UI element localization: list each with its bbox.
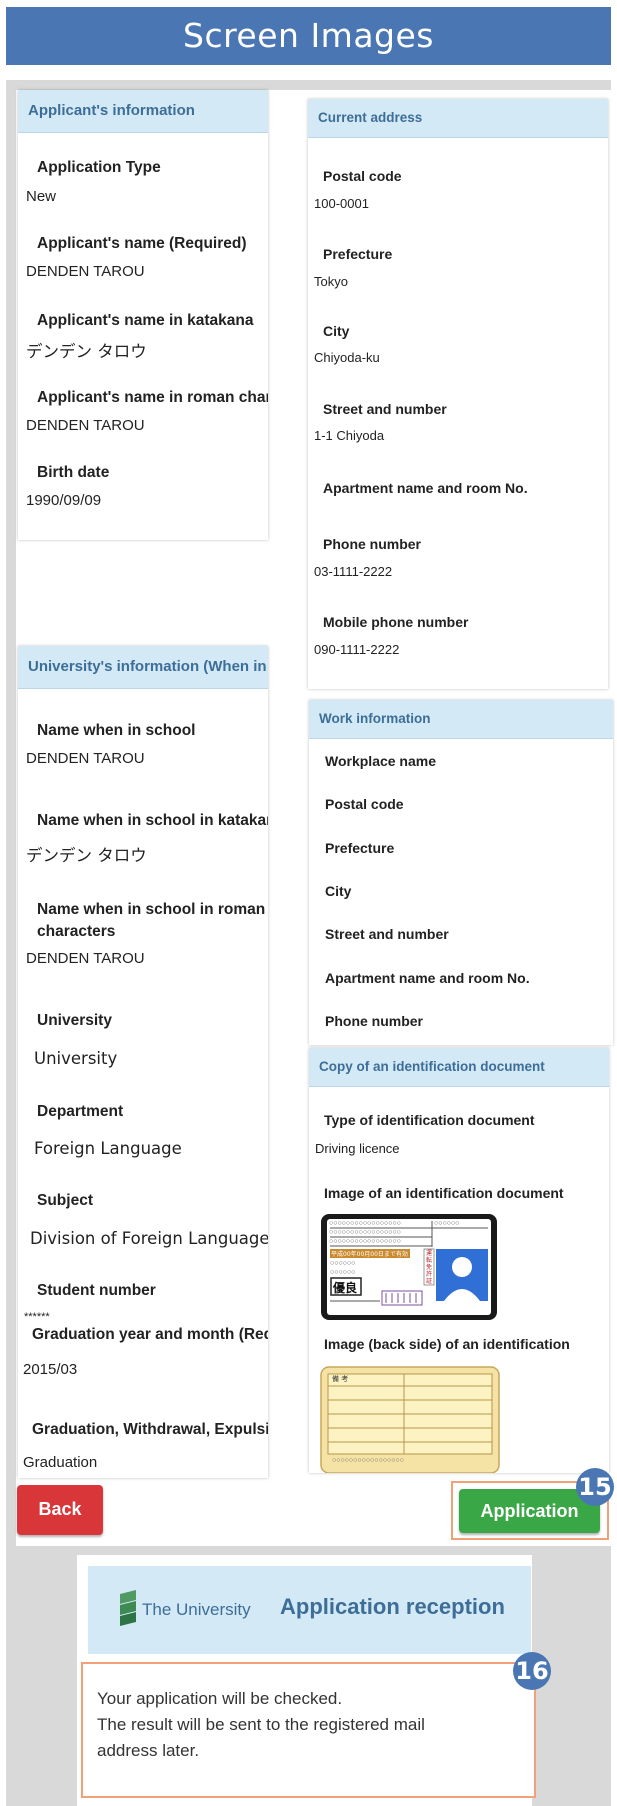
school-name-label: Name when in school — [37, 722, 196, 739]
applicant-name-label: Applicant's name (Required) — [37, 235, 247, 252]
page-title: Screen Images — [6, 7, 611, 65]
applicant-name-value: DENDEN TAROU — [26, 263, 145, 280]
university-logo-icon — [120, 1590, 136, 1626]
graduation-status-label: Graduation, Withdrawal, Expulsior — [32, 1421, 268, 1438]
applicant-katakana-value: デンデン タロウ — [26, 342, 147, 361]
applicant-roman-value: DENDEN TAROU — [26, 417, 145, 434]
address-mobile-value: 090-1111-2222 — [314, 642, 400, 657]
licence-front-row-6: ○○○○○○ — [330, 1269, 356, 1276]
applicant-roman-label: Applicant's name in roman charac — [37, 389, 268, 406]
school-roman-label: Name when in school in roman — [37, 901, 266, 918]
id-image-label: Image of an identification document — [324, 1185, 564, 1201]
licence-front-row-4: ○○○○○○ — [434, 1220, 460, 1227]
id-back-image: 備 考 ○○○○○○○○○○○○○○○○○ — [320, 1366, 500, 1473]
address-prefecture-value: Tokyo — [314, 274, 348, 289]
school-name-value: DENDEN TAROU — [26, 750, 145, 767]
reception-message-line-2: The result will be sent to the registere… — [97, 1715, 425, 1734]
applicant-panel-header: Applicant's information — [18, 90, 268, 133]
subject-label: Subject — [37, 1192, 93, 1209]
reception-message-line-3: address later. — [97, 1741, 200, 1760]
licence-side-text: 運転免許証 — [426, 1250, 433, 1285]
reception-message-line-1: Your application will be checked. — [97, 1689, 343, 1708]
reception-logo-text: The University — [142, 1600, 251, 1619]
work-city-label: City — [325, 883, 352, 899]
reception-title: Application reception — [280, 1594, 505, 1619]
id-panel-header: Copy of an identification document — [309, 1048, 609, 1087]
id-type-value: Driving licence — [315, 1141, 400, 1156]
licence-back-title: 備 考 — [332, 1375, 349, 1383]
licence-front-row-3: ○○○○○○○○○○○○○○○○○ — [329, 1238, 401, 1245]
university-panel: University's information (When in s Name… — [18, 646, 268, 1478]
birth-date-value: 1990/09/09 — [26, 492, 102, 509]
reception-message-box: Your application will be checked. The re… — [81, 1662, 536, 1798]
address-city-label: City — [323, 323, 350, 339]
address-prefecture-label: Prefecture — [323, 246, 393, 262]
licence-front-row-2: ○○○○○○○○○○○○○○○○○ — [329, 1229, 401, 1236]
application-type-value: New — [26, 188, 57, 205]
address-postal-label: Postal code — [323, 168, 402, 184]
address-street-value: 1-1 Chiyoda — [314, 428, 385, 443]
licence-front-row-5: ○○○○○○ — [330, 1260, 356, 1267]
id-back-image-label: Image (back side) of an identification — [324, 1336, 570, 1352]
id-type-label: Type of identification document — [324, 1112, 535, 1128]
work-phone-label: Phone number — [325, 1013, 424, 1029]
reception-header: The University Application reception — [88, 1566, 531, 1654]
school-roman-value: DENDEN TAROU — [26, 950, 145, 967]
graduation-status-value: Graduation — [23, 1454, 98, 1471]
address-panel-header: Current address — [308, 99, 608, 138]
school-katakana-label: Name when in school in katakana — [37, 812, 268, 829]
graduation-month-label: Graduation year and month (Requi — [32, 1326, 268, 1343]
student-number-label: Student number — [37, 1282, 156, 1299]
licence-back-row: ○○○○○○○○○○○○○○○○○ — [332, 1457, 404, 1464]
work-workplace-label: Workplace name — [325, 753, 437, 769]
work-prefecture-label: Prefecture — [325, 840, 395, 856]
address-phone-value: 03-1111-2222 — [314, 564, 393, 579]
id-front-image: ○○○○○○○○○○○○○○○○○ ○○○○○○○○○○○○○○○○○ ○○○○… — [320, 1213, 498, 1321]
subject-value: Division of Foreign Language — [30, 1229, 268, 1248]
birth-date-label: Birth date — [37, 464, 110, 481]
address-city-value: Chiyoda-ku — [314, 350, 380, 365]
work-panel: Work information Workplace name Postal c… — [309, 700, 613, 1045]
licence-status-text: 優良 — [333, 1281, 358, 1295]
step-badge-15: 15 — [576, 1468, 614, 1506]
address-phone-label: Phone number — [323, 536, 422, 552]
address-postal-value: 100-0001 — [314, 196, 369, 211]
applicant-katakana-label: Applicant's name in katakana — [37, 312, 254, 329]
work-apartment-label: Apartment name and room No. — [325, 970, 530, 986]
university-panel-header: University's information (When in s — [18, 646, 268, 689]
current-address-panel: Current address Postal code 100-0001 Pre… — [308, 99, 608, 689]
application-type-label: Application Type — [37, 159, 161, 176]
university-label: University — [37, 1012, 112, 1029]
step-badge-16: 16 — [513, 1652, 551, 1690]
graduation-month-value: 2015/03 — [23, 1361, 78, 1378]
university-value: University — [34, 1049, 118, 1068]
address-street-label: Street and number — [323, 401, 447, 417]
licence-date-strip: 平成00年00月00日まで有効 — [331, 1251, 408, 1258]
work-panel-header: Work information — [309, 700, 613, 739]
student-number-value: ****** — [24, 1311, 50, 1323]
applicant-panel: Applicant's information Application Type… — [18, 90, 268, 540]
work-street-label: Street and number — [325, 926, 449, 942]
address-apartment-label: Apartment name and room No. — [323, 480, 528, 496]
licence-front-row-1: ○○○○○○○○○○○○○○○○○ — [329, 1220, 401, 1227]
department-label: Department — [37, 1103, 124, 1120]
work-postal-label: Postal code — [325, 796, 404, 812]
school-roman-label-2: characters — [37, 923, 116, 940]
back-button[interactable]: Back — [17, 1485, 103, 1535]
id-document-panel: Copy of an identification document Type … — [309, 1048, 609, 1473]
department-value: Foreign Language — [34, 1139, 182, 1158]
school-katakana-value: デンデン タロウ — [26, 846, 147, 865]
address-mobile-label: Mobile phone number — [323, 614, 469, 630]
